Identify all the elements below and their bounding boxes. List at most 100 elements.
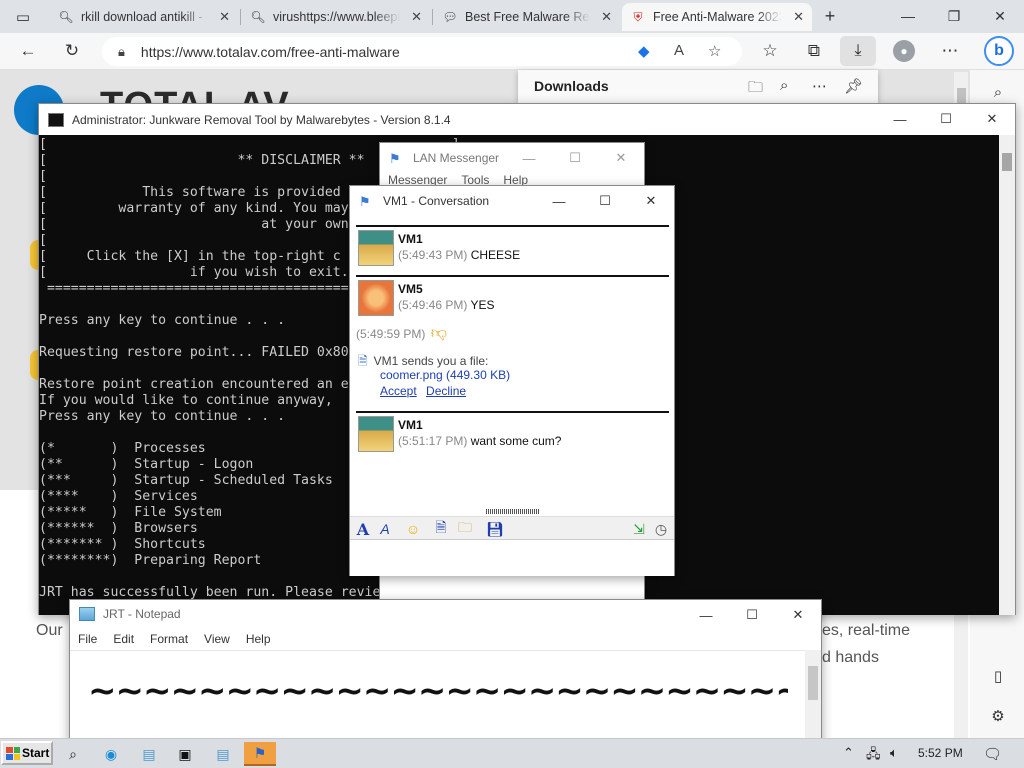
- search-icon[interactable]: ⌕: [780, 77, 788, 94]
- menu-help[interactable]: Help: [246, 632, 271, 646]
- browser-tab-4-active[interactable]: ⛨ Free Anti-Malware 2023 ✕: [622, 3, 812, 31]
- settings-gear-icon[interactable]: ⚙: [988, 706, 1008, 726]
- volume-icon[interactable]: 🔈︎: [890, 745, 898, 761]
- read-aloud-icon[interactable]: A: [674, 42, 684, 59]
- collections-icon[interactable]: ⧉: [800, 38, 828, 64]
- page-body-text: d hands: [822, 649, 879, 666]
- minimize-button[interactable]: —: [536, 186, 582, 216]
- downloads-icon[interactable]: ⤓: [840, 36, 876, 66]
- menu-format[interactable]: Format: [150, 632, 188, 646]
- maximize-button[interactable]: ☐: [923, 104, 969, 134]
- refresh-icon[interactable]: ↻: [58, 38, 86, 64]
- minimize-button[interactable]: —: [506, 143, 552, 173]
- close-tab-icon[interactable]: ✕: [219, 9, 230, 25]
- minimize-button[interactable]: —: [886, 3, 930, 29]
- maximize-button[interactable]: ☐: [552, 143, 598, 173]
- profile-avatar[interactable]: ●: [893, 40, 915, 62]
- more-options-icon[interactable]: ⋯: [812, 77, 827, 95]
- close-button[interactable]: ✕: [598, 143, 644, 173]
- editor-content[interactable]: ~~~~~~~~~~~~~~~~~~~~~~~~~~~~~~~~: [88, 671, 788, 711]
- close-tab-icon[interactable]: ✕: [601, 9, 612, 25]
- menu-view[interactable]: View: [204, 632, 230, 646]
- menu-edit[interactable]: Edit: [113, 632, 134, 646]
- message-input[interactable]: [350, 541, 674, 576]
- page-body-text: es, real-time: [822, 622, 911, 639]
- sidebar-toggle-icon[interactable]: ▯: [988, 666, 1008, 686]
- browser-tab-1[interactable]: 🔍︎ rkill download antikill - ✕: [50, 3, 238, 31]
- save-icon[interactable]: 💾︎: [486, 520, 504, 538]
- minimize-button[interactable]: —: [877, 104, 923, 134]
- decline-link[interactable]: Decline: [426, 384, 466, 398]
- window-title: LAN Messenger: [413, 151, 500, 165]
- favorites-icon[interactable]: ☆: [756, 38, 784, 64]
- notifications-icon[interactable]: 🗨: [983, 745, 1002, 763]
- history-icon[interactable]: ◷: [652, 520, 670, 538]
- messenger-icon: ⚑: [359, 194, 371, 209]
- back-icon[interactable]: ←: [14, 38, 42, 64]
- message-time: (5:49:43 PM): [398, 248, 468, 262]
- browser-tab-3[interactable]: 💬︎ Best Free Malware Remo ✕: [434, 3, 620, 31]
- message-text: want some cum?: [470, 434, 562, 448]
- url-text[interactable]: https://www.totalav.com/free-anti-malwar…: [141, 44, 400, 60]
- restore-button[interactable]: ❐: [932, 3, 976, 29]
- pin-icon[interactable]: 📌︎: [844, 77, 863, 95]
- browser-tab-2[interactable]: 🔍︎ virushttps://www.bleepi ✕: [242, 3, 430, 31]
- notepad-app-icon[interactable]: ▤: [136, 742, 162, 766]
- console-scrollbar[interactable]: [999, 135, 1015, 615]
- show-hidden-icons-chevron-up-icon[interactable]: ⌃: [843, 745, 854, 761]
- bing-chat-icon[interactable]: b: [984, 36, 1014, 66]
- windows-flag-icon: [6, 746, 20, 760]
- maximize-button[interactable]: ☐: [582, 186, 628, 216]
- search-icon: 🔍︎: [58, 10, 74, 24]
- title-bar[interactable]: ⚑ LAN Messenger — ☐ ✕: [380, 143, 644, 173]
- chat-icon: 💬︎: [442, 10, 458, 24]
- tag-icon[interactable]: ◆: [638, 42, 650, 60]
- message-item: VM1 (5:49:43 PM) CHEESE: [356, 225, 669, 273]
- console-app-icon[interactable]: ▣: [172, 742, 198, 766]
- emoticon-icon[interactable]: ☺: [404, 520, 422, 538]
- font-color-icon[interactable]: A: [376, 520, 394, 538]
- notepad-app-icon[interactable]: ▤: [210, 742, 236, 766]
- folder-icon[interactable]: 🗀: [748, 77, 763, 102]
- splitter-handle[interactable]: [486, 509, 540, 514]
- search-icon[interactable]: ⌕: [988, 82, 1008, 102]
- more-options-icon[interactable]: ⋯: [936, 38, 964, 64]
- transfers-icon[interactable]: ⇲: [630, 520, 648, 538]
- maximize-button[interactable]: ☐: [729, 600, 775, 630]
- sender-name: VM1: [398, 232, 423, 246]
- edge-browser-icon[interactable]: ◉: [98, 742, 124, 766]
- close-button[interactable]: ✕: [628, 186, 674, 216]
- text-editor[interactable]: ~~~~~~~~~~~~~~~~~~~~~~~~~~~~~~~~: [70, 650, 806, 748]
- close-tab-icon[interactable]: ✕: [793, 9, 804, 25]
- new-tab-button[interactable]: +: [818, 5, 842, 27]
- send-folder-icon[interactable]: 🗀: [456, 519, 474, 538]
- message-item: VM1 (5:51:17 PM) want some cum?: [356, 411, 669, 459]
- taskbar: Start ⌕ ◉ ▤ ▣ ▤ ⚑ ⌃ 🖧 🔈︎ 5:52 PM 🗨: [0, 738, 1024, 768]
- conversation-toolbar: A A ☺ 🗎 🗀 💾︎ ⇲ ◷: [350, 516, 674, 540]
- file-link[interactable]: coomer.png (449.30 KB): [380, 368, 510, 382]
- accept-link[interactable]: Accept: [380, 384, 417, 398]
- tab-actions-icon[interactable]: ▭: [8, 5, 38, 29]
- search-icon[interactable]: ⌕: [60, 742, 86, 766]
- close-button[interactable]: ✕: [978, 3, 1022, 29]
- minimize-button[interactable]: —: [683, 600, 729, 630]
- title-bar[interactable]: Administrator: Junkware Removal Tool by …: [39, 104, 1015, 135]
- add-favorite-icon[interactable]: ☆: [708, 42, 721, 60]
- close-button[interactable]: ✕: [775, 600, 821, 630]
- close-tab-icon[interactable]: ✕: [411, 9, 422, 25]
- font-icon[interactable]: A: [354, 520, 372, 539]
- start-button[interactable]: Start: [1, 741, 53, 765]
- network-icon[interactable]: 🖧: [866, 745, 881, 767]
- close-button[interactable]: ✕: [969, 104, 1015, 134]
- send-file-icon[interactable]: 🗎: [432, 519, 450, 538]
- window-title: JRT - Notepad: [103, 607, 181, 621]
- clock[interactable]: 5:52 PM: [918, 746, 963, 760]
- lock-icon[interactable]: 🔒︎: [118, 44, 125, 60]
- address-bar[interactable]: 🔒︎ https://www.totalav.com/free-anti-mal…: [102, 37, 742, 66]
- menu-file[interactable]: File: [78, 632, 97, 646]
- window-title: VM1 - Conversation: [383, 194, 490, 208]
- lan-messenger-app-icon[interactable]: ⚑: [244, 742, 276, 766]
- editor-scrollbar[interactable]: [805, 650, 821, 748]
- title-bar[interactable]: JRT - Notepad — ☐ ✕: [70, 600, 821, 628]
- title-bar[interactable]: ⚑ VM1 - Conversation — ☐ ✕: [350, 186, 674, 216]
